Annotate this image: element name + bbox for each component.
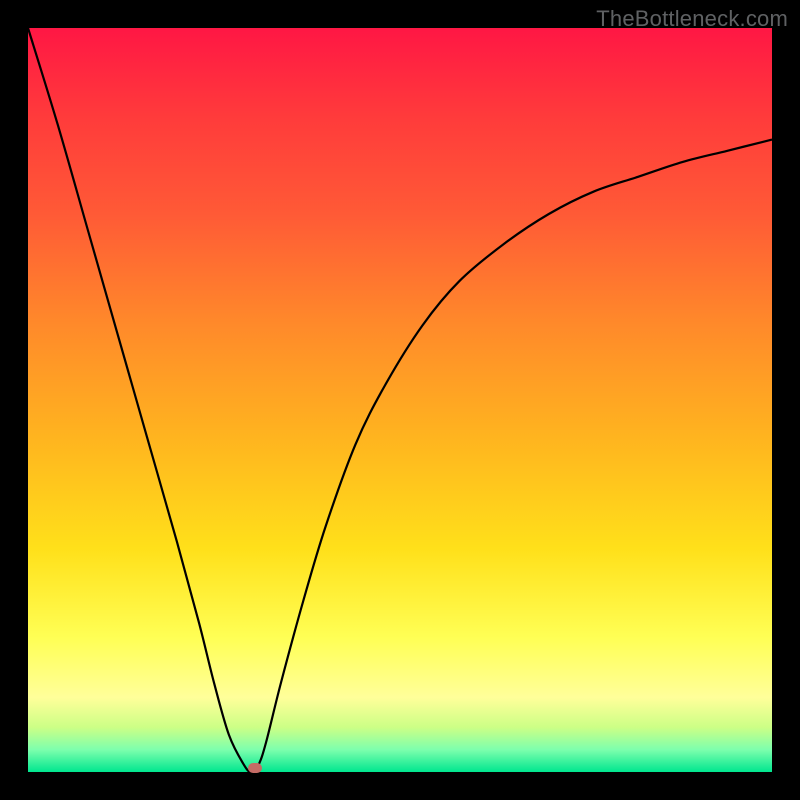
bottleneck-curve [28, 28, 772, 772]
watermark-text: TheBottleneck.com [596, 6, 788, 32]
plot-area [28, 28, 772, 772]
chart-frame: TheBottleneck.com [0, 0, 800, 800]
optimal-point-marker [248, 763, 262, 773]
